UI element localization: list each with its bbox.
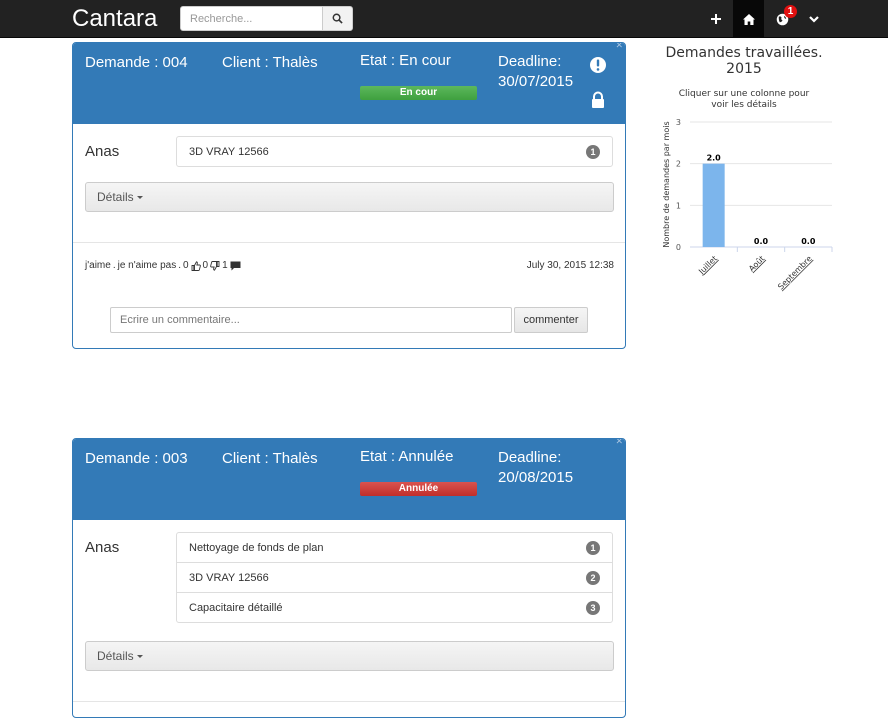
search-form (180, 6, 353, 31)
data-label: 2.0 (707, 154, 722, 163)
add-button[interactable] (702, 0, 730, 38)
like-count: 0 (182, 260, 189, 271)
caret-down-icon (136, 655, 143, 659)
x-tick-label[interactable]: Août (747, 254, 766, 273)
divider (73, 242, 625, 243)
status-badge: Annulée (360, 482, 477, 496)
y-tick-label: 3 (676, 118, 681, 127)
requests-chart: Demandes travaillées. 2015 Cliquer sur u… (652, 45, 842, 305)
y-tick-label: 1 (676, 201, 681, 210)
task-count-badge: 3 (586, 601, 600, 615)
thumbs-up-icon (191, 260, 201, 271)
task-name: 3D VRAY 12566 (189, 572, 269, 584)
chart-bar[interactable] (702, 163, 725, 247)
home-button[interactable] (733, 0, 764, 38)
close-icon[interactable]: ✕ (615, 439, 623, 447)
request-client: Client : Thalès (222, 450, 318, 467)
search-input[interactable] (180, 6, 323, 31)
social-bar: j'aime . je n'aime pas . 0 0 1 (85, 260, 241, 271)
list-item[interactable]: Nettoyage de fonds de plan 1 (176, 532, 613, 563)
divider (73, 701, 625, 702)
brand-logo[interactable]: Cantara (72, 5, 157, 33)
request-id: Demande : 004 (85, 54, 188, 71)
user-menu-toggle[interactable] (803, 0, 825, 38)
list-item[interactable]: Capacitaire détaillé 3 (176, 592, 613, 623)
caret-down-icon (136, 196, 143, 200)
request-header: Demande : 003 Client : Thalès Etat : Ann… (73, 439, 625, 520)
y-tick-label: 2 (676, 160, 681, 169)
separator: . (178, 260, 181, 271)
dislike-count: 0 (202, 260, 209, 271)
request-id: Demande : 003 (85, 450, 188, 467)
x-tick-label[interactable]: Septembre (776, 254, 814, 292)
home-icon (742, 13, 755, 25)
task-name: Capacitaire détaillé (189, 602, 283, 614)
request-deadline: Deadline: 20/08/2015 (498, 448, 598, 488)
deadline-label: Deadline: (498, 449, 562, 466)
notification-count-badge: 1 (784, 5, 797, 18)
x-tick-label[interactable]: Juillet (696, 254, 719, 277)
task-count-badge: 1 (586, 541, 600, 555)
deadline-date: 30/07/2015 (498, 73, 574, 90)
task-list: Nettoyage de fonds de plan 1 3D VRAY 125… (176, 532, 613, 623)
comment-count: 1 (222, 260, 228, 271)
lock-icon[interactable] (589, 91, 607, 109)
top-navbar: Cantara 1 (0, 0, 888, 38)
alert-icon[interactable] (589, 56, 607, 74)
search-button[interactable] (322, 6, 353, 31)
details-dropdown-button[interactable]: Détails (85, 641, 614, 671)
task-list: 3D VRAY 12566 1 (176, 136, 613, 167)
details-label: Détails (97, 190, 134, 204)
request-state: Etat : Annulée (360, 448, 454, 465)
request-client: Client : Thalès (222, 54, 318, 71)
request-timestamp: July 30, 2015 12:38 (526, 260, 614, 271)
bar-chart: 0 1 2 3 Nombre de demandes par mois 2.0 Juille… (662, 118, 833, 292)
deadline-label: Deadline: (498, 53, 562, 70)
request-card: Demande : 003 Client : Thalès Etat : Ann… (72, 438, 626, 718)
search-icon (332, 13, 343, 24)
details-label: Détails (97, 649, 134, 663)
chevron-down-icon (809, 15, 819, 23)
assignee-name: Anas (85, 539, 120, 556)
y-tick-label: 0 (676, 243, 681, 252)
assignee-name: Anas (85, 143, 120, 160)
deadline-date: 20/08/2015 (498, 469, 574, 486)
separator: . (112, 260, 116, 271)
thumbs-down-icon (210, 260, 220, 271)
list-item[interactable]: 3D VRAY 12566 1 (176, 136, 613, 167)
y-axis-label: Nombre de demandes par mois (662, 121, 671, 247)
comment-icon (230, 261, 241, 270)
request-deadline: Deadline: 30/07/2015 (498, 52, 598, 92)
comment-input[interactable] (110, 307, 512, 333)
details-dropdown-button[interactable]: Détails (85, 182, 614, 212)
request-header: Demande : 004 Client : Thalès Etat : En … (73, 43, 625, 124)
task-name: Nettoyage de fonds de plan (189, 542, 324, 554)
data-label: 0.0 (801, 237, 816, 246)
list-item[interactable]: 3D VRAY 12566 2 (176, 562, 613, 593)
status-badge: En cour (360, 86, 477, 100)
request-state: Etat : En cour (360, 52, 451, 69)
comment-submit-button[interactable]: commenter (514, 307, 588, 333)
data-label: 0.0 (754, 237, 769, 246)
close-icon[interactable]: ✕ (615, 43, 623, 51)
task-name: 3D VRAY 12566 (189, 146, 269, 158)
dislike-link[interactable]: je n'aime pas (118, 260, 177, 271)
request-card: Demande : 004 Client : Thalès Etat : En … (72, 42, 626, 349)
task-count-badge: 2 (586, 571, 600, 585)
plus-icon (711, 14, 721, 24)
like-link[interactable]: j'aime (85, 260, 111, 271)
task-count-badge: 1 (586, 145, 600, 159)
